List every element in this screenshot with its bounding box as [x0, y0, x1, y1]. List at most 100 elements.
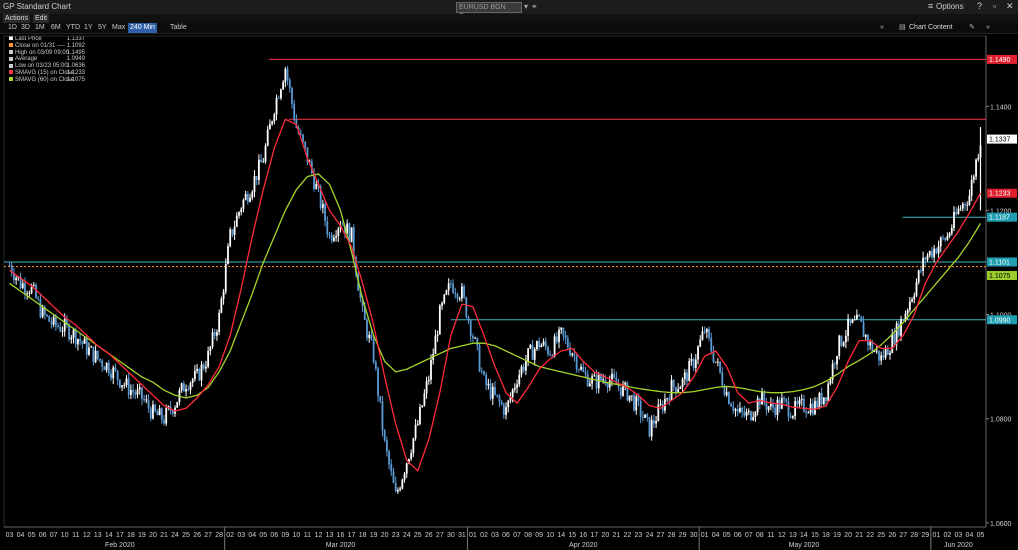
- x-tick-label: 18: [822, 532, 830, 539]
- x-tick-label: 10: [61, 532, 69, 539]
- x-tick-label: 18: [127, 532, 135, 539]
- price-bar-body: [425, 381, 428, 394]
- price-bar-body: [796, 401, 799, 405]
- price-bar-body: [397, 490, 399, 492]
- x-tick-label: 27: [657, 532, 665, 539]
- price-bar-body: [350, 227, 353, 243]
- price-bar-body: [701, 331, 704, 340]
- price-bar-body: [180, 383, 183, 391]
- price-bar-body: [553, 336, 556, 357]
- price-bar-body: [147, 399, 150, 409]
- price-bar-body: [441, 303, 443, 306]
- price-bar-body: [750, 411, 752, 421]
- price-bar-body: [970, 180, 973, 196]
- x-tick-label: 06: [270, 532, 278, 539]
- price-bar-body: [83, 338, 86, 344]
- price-bar-body: [74, 329, 77, 345]
- price-bar-body: [123, 384, 126, 386]
- price-bar-body: [59, 326, 62, 332]
- x-tick-label: 26: [888, 532, 896, 539]
- price-bar-body: [626, 382, 629, 401]
- price-bar-body: [460, 286, 463, 299]
- price-bar-body: [575, 355, 578, 370]
- price-bar-body: [953, 211, 955, 228]
- price-bar-body: [41, 307, 44, 318]
- price-bar-body: [502, 404, 505, 415]
- price-bar-body: [606, 383, 609, 388]
- price-bar-body: [719, 361, 721, 373]
- x-tick-label: 04: [966, 532, 974, 539]
- price-bar-body: [853, 319, 856, 321]
- price-bar-body: [937, 246, 940, 254]
- price-bar-body: [90, 346, 93, 348]
- price-bar-body: [280, 89, 282, 99]
- x-tick-label: 01: [701, 532, 709, 539]
- price-bar-body: [209, 346, 212, 351]
- price-bar-body: [875, 350, 878, 352]
- price-bar-body: [52, 316, 55, 325]
- price-bar-body: [739, 408, 741, 412]
- price-bar-body: [467, 317, 470, 321]
- price-bar-body: [430, 359, 432, 380]
- price-bar-body: [222, 291, 225, 300]
- x-tick-label: 28: [668, 532, 676, 539]
- price-bar-body: [714, 361, 717, 363]
- price-bar-body: [57, 325, 59, 327]
- x-tick-label: 19: [138, 532, 146, 539]
- price-bar-body: [288, 79, 291, 89]
- price-bar-body: [337, 228, 340, 237]
- price-bar-body: [160, 408, 163, 420]
- month-label: May 2020: [789, 542, 820, 549]
- price-bar-body: [869, 342, 872, 346]
- price-bar-body: [833, 363, 836, 365]
- price-bar-body: [955, 211, 958, 215]
- price-bar-body: [264, 145, 267, 162]
- x-tick-label: 02: [943, 532, 951, 539]
- price-bar-body: [366, 319, 368, 338]
- price-bar-body: [913, 295, 916, 300]
- price-bar-body: [774, 407, 777, 416]
- price-bar-body: [50, 321, 53, 325]
- price-bar-body: [81, 341, 84, 344]
- price-bar-body: [476, 337, 479, 346]
- price-bar-body: [324, 204, 326, 222]
- price-bar-body: [271, 121, 274, 124]
- price-bar-body: [650, 420, 653, 437]
- price-bar-body: [63, 319, 66, 332]
- price-bar-body: [573, 353, 576, 356]
- x-tick-label: 26: [425, 532, 433, 539]
- price-bar-body: [388, 451, 390, 465]
- price-bar-body: [593, 375, 596, 377]
- price-bar-body: [856, 314, 858, 320]
- price-bar-body: [558, 329, 560, 343]
- price-bar-body: [491, 386, 494, 399]
- price-bar-body: [200, 364, 203, 381]
- price-bar-body: [730, 403, 733, 407]
- price-bar-body: [143, 398, 146, 400]
- x-tick-label: 19: [833, 532, 841, 539]
- price-bar-body: [266, 129, 269, 146]
- price-bar-body: [520, 366, 523, 375]
- price-bar-body: [540, 344, 543, 348]
- price-bar-body: [935, 248, 938, 254]
- price-bar-body: [820, 392, 823, 405]
- x-tick-label: 28: [215, 532, 223, 539]
- price-bar-body: [134, 392, 137, 395]
- price-bar-body: [922, 257, 925, 271]
- price-bar-body: [125, 378, 128, 385]
- x-tick-label: 14: [105, 532, 113, 539]
- price-bar-body: [710, 337, 713, 352]
- price-bar-body: [154, 404, 157, 412]
- price-bar-body: [584, 371, 587, 374]
- x-tick-label: 29: [921, 532, 929, 539]
- price-bar-body: [767, 406, 770, 410]
- price-bar-body: [633, 395, 635, 411]
- price-bar-body: [538, 341, 541, 348]
- price-bar-body: [697, 346, 699, 360]
- price-bar-body: [110, 373, 112, 379]
- price-bar-body: [112, 367, 115, 379]
- price-bar-body: [229, 229, 232, 246]
- x-tick-label: 24: [646, 532, 654, 539]
- price-bar-body: [37, 298, 40, 300]
- x-tick-label: 11: [767, 532, 774, 539]
